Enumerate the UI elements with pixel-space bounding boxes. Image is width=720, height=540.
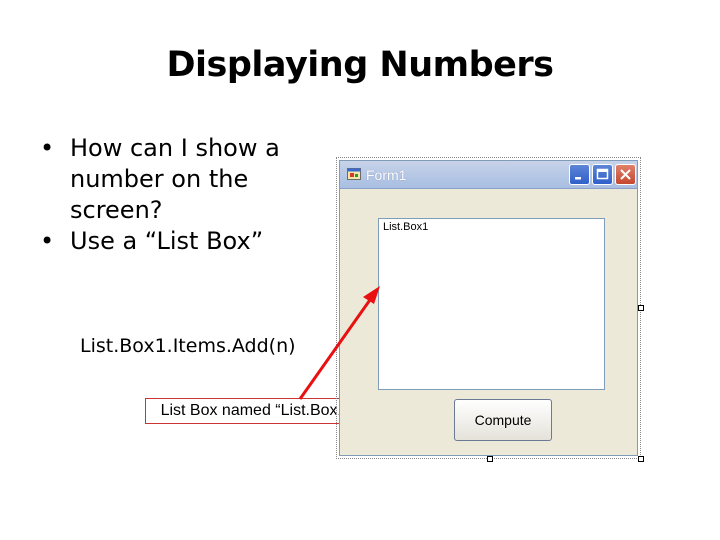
compute-button[interactable]: Compute	[454, 399, 552, 441]
bullet-item: • Use a “List Box”	[40, 226, 340, 257]
code-example: List.Box1.Items.Add(n)	[80, 335, 296, 357]
close-button[interactable]	[615, 164, 636, 185]
list-box[interactable]: List.Box1	[378, 218, 605, 390]
resize-handle-corner[interactable]	[638, 456, 644, 462]
minimize-icon	[575, 177, 581, 180]
bullet-item: • How can I show a number on the screen?	[40, 133, 340, 226]
bullet-marker: •	[40, 227, 55, 255]
maximize-button[interactable]	[592, 164, 613, 185]
bullet-list: • How can I show a number on the screen?…	[40, 133, 340, 257]
title-bar[interactable]: Form1	[340, 161, 637, 189]
slide-title: Displaying Numbers	[166, 45, 554, 85]
form-icon	[347, 168, 361, 180]
bullet-marker: •	[40, 134, 55, 162]
callout-label: List Box named “List.Box1	[145, 398, 362, 424]
resize-handle-right[interactable]	[638, 305, 644, 311]
minimize-button[interactable]	[569, 164, 590, 185]
resize-handle-bottom[interactable]	[487, 456, 493, 462]
list-box-name: List.Box1	[383, 221, 429, 233]
bullet-text: How can I show a number on the screen?	[70, 134, 280, 224]
close-icon	[620, 169, 631, 180]
form-title: Form1	[366, 167, 407, 183]
bullet-text: Use a “List Box”	[70, 227, 264, 255]
maximize-icon	[596, 168, 609, 180]
form-window: Form1 List.Box1 Compute	[339, 160, 638, 456]
